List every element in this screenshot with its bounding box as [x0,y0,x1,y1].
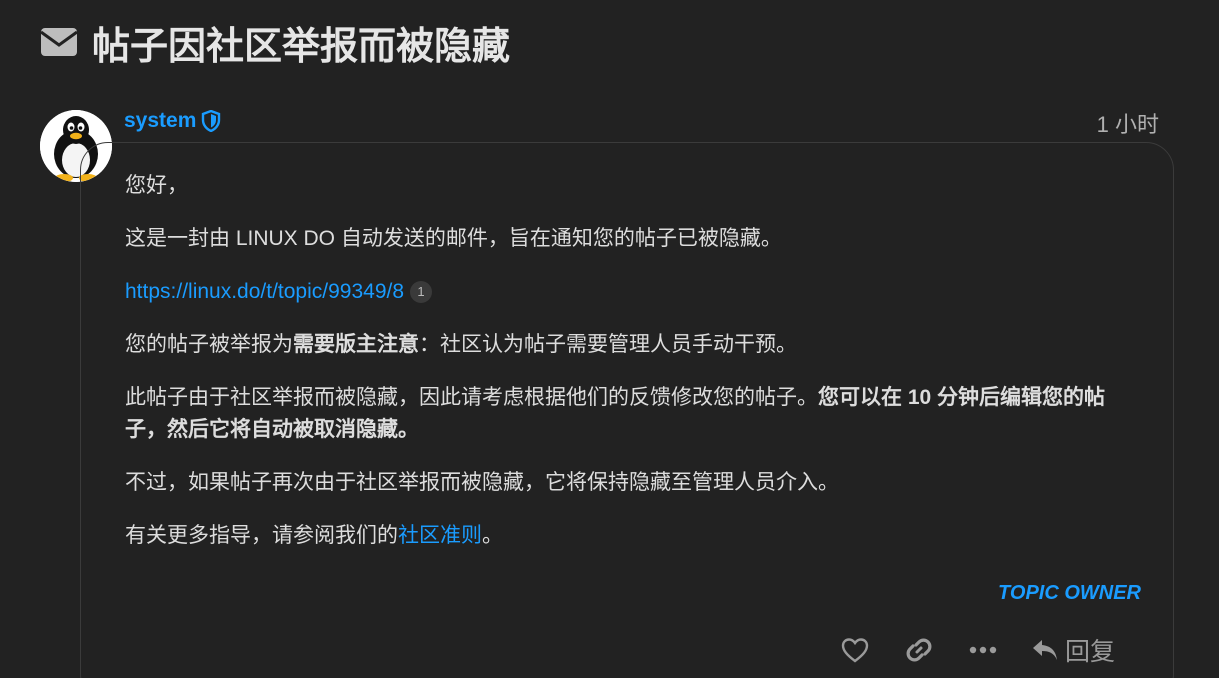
post-actions: 回复 [835,630,1115,670]
shield-icon [201,110,221,132]
link-icon [906,638,932,662]
topic-owner-label: TOPIC OWNER [998,582,1141,604]
envelope-icon [40,27,78,57]
post-body: 您好， 这是一封由 LINUX DO 自动发送的邮件，旨在通知您的帖子已被隐藏。… [125,170,1145,573]
warning-text: 不过，如果帖子再次由于社区举报而被隐藏，它将保持隐藏至管理人员介入。 [125,471,839,494]
copy-link-button[interactable] [899,630,939,670]
reason-prefix: 您的帖子被举报为 [125,333,293,356]
heart-icon [841,638,869,663]
page: 帖子因社区举报而被隐藏 system 1 小时 您好， 这是一封由 LINUX … [0,0,1219,678]
community-guidelines-link[interactable]: 社区准则 [398,524,482,547]
reason-suffix: ：社区认为帖子需要管理人员手动干预。 [419,333,797,356]
reason-flag: 需要版主注意 [293,333,419,356]
reply-label: 回复 [1065,638,1116,666]
guidance-suffix: 。 [482,524,503,547]
topic-link-paragraph: https://linux.do/t/topic/99349/8 1 [125,276,1145,308]
greeting-text: 您好， [125,174,188,197]
more-actions-button[interactable] [963,630,1003,670]
reply-button[interactable]: 回复 [1031,630,1115,670]
like-button[interactable] [835,630,875,670]
reason-paragraph: 您的帖子被举报为需要版主注意：社区认为帖子需要管理人员手动干预。 [125,329,1145,361]
page-title: 帖子因社区举报而被隐藏 [92,25,511,68]
link-click-count: 1 [410,281,433,303]
guidance-prefix: 有关更多指导，请参阅我们的 [125,524,398,547]
page-header: 帖子因社区举报而被隐藏 [40,18,510,68]
reply-arrow-icon [1033,640,1057,660]
topic-link[interactable]: https://linux.do/t/topic/99349/8 [125,280,404,303]
hidden-notice-paragraph: 此帖子由于社区举报而被隐藏，因此请考虑根据他们的反馈修改您的帖子。您可以在 10… [125,382,1145,446]
post-timestamp[interactable]: 1 小时 [1097,107,1159,139]
intro-text: 这是一封由 LINUX DO 自动发送的邮件，旨在通知您的帖子已被隐藏。 [125,227,782,250]
ellipsis-icon [969,646,997,654]
guidance-paragraph: 有关更多指导，请参阅我们的社区准则。 [125,520,1145,552]
post-author: system [124,107,221,135]
hidden-notice-text: 此帖子由于社区举报而被隐藏，因此请考虑根据他们的反馈修改您的帖子。 [125,386,818,409]
username-link[interactable]: system [124,109,196,133]
